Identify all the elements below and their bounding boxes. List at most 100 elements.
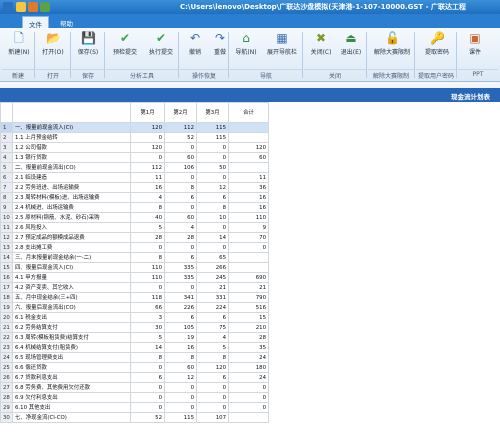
month-value-cell[interactable]: 6 — [130, 372, 165, 383]
save-button[interactable]: 💾 保存(S) — [73, 30, 103, 66]
row-item-name[interactable]: 6.9 欠付利息支出 — [12, 392, 131, 403]
app-icon[interactable] — [3, 2, 13, 12]
row-item-name[interactable]: 6.6 偿还贷款 — [12, 362, 131, 373]
row-item-name[interactable]: 二、报量前现金流出(CO) — [12, 162, 131, 173]
row-number[interactable]: 24 — [0, 352, 13, 363]
row-number[interactable]: 22 — [0, 332, 13, 343]
total-cell[interactable]: 60 — [228, 152, 269, 163]
month-value-cell[interactable]: 6 — [196, 312, 229, 323]
row-item-name[interactable]: 2.5 原材料(钢筋、水泥、砂石)采购 — [12, 212, 131, 223]
month-value-cell[interactable]: 331 — [196, 292, 229, 303]
month-value-cell[interactable]: 0 — [130, 402, 165, 413]
month-value-cell[interactable]: 8 — [130, 202, 165, 213]
row-number[interactable]: 12 — [0, 232, 13, 243]
month-value-cell[interactable]: 115 — [164, 412, 197, 423]
table-row[interactable]: 5 二、报量前现金流出(CO) 112 106 50 — [0, 162, 269, 173]
month-value-cell[interactable]: 60 — [164, 362, 197, 373]
month-value-cell[interactable]: 120 — [130, 122, 165, 133]
month-value-cell[interactable]: 0 — [164, 242, 197, 253]
total-cell[interactable]: 0 — [228, 392, 269, 403]
month-value-cell[interactable]: 245 — [196, 272, 229, 283]
column-header-total[interactable]: 合计 — [228, 102, 269, 123]
undo-button[interactable]: ↶ 撤销 — [183, 30, 207, 66]
month-value-cell[interactable]: 52 — [130, 412, 165, 423]
row-number[interactable]: 30 — [0, 412, 13, 423]
row-item-name[interactable]: 4.2 资产变卖、其它收入 — [12, 282, 131, 293]
month-value-cell[interactable]: 266 — [196, 262, 229, 273]
row-number[interactable]: 7 — [0, 182, 13, 193]
row-number[interactable]: 18 — [0, 292, 13, 303]
column-header-month3[interactable]: 第3月 — [196, 102, 229, 123]
table-row[interactable]: 15 四、报量后现金流入(CI) 110 335 266 — [0, 262, 269, 273]
month-value-cell[interactable]: 0 — [164, 172, 197, 183]
table-row[interactable]: 6 2.1 临设建造 11 0 0 11 — [0, 172, 269, 183]
month-value-cell[interactable]: 28 — [164, 232, 197, 243]
row-number[interactable]: 11 — [0, 222, 13, 233]
row-number[interactable]: 15 — [0, 262, 13, 273]
month-value-cell[interactable]: 4 — [130, 192, 165, 203]
total-cell[interactable]: 0 — [228, 402, 269, 413]
month-value-cell[interactable]: 50 — [196, 162, 229, 173]
month-value-cell[interactable]: 0 — [130, 362, 165, 373]
month-value-cell[interactable]: 66 — [130, 302, 165, 313]
row-number[interactable]: 28 — [0, 392, 13, 403]
month-value-cell[interactable]: 14 — [196, 232, 229, 243]
month-value-cell[interactable]: 30 — [130, 322, 165, 333]
row-number[interactable]: 3 — [0, 142, 13, 153]
pre-submit-button[interactable]: ✔ 预检提交 — [108, 30, 142, 66]
total-cell[interactable]: 0 — [228, 382, 269, 393]
total-cell[interactable] — [228, 252, 269, 263]
table-row[interactable]: 2 1.1 上月预金结转 0 52 115 — [0, 132, 269, 143]
month-value-cell[interactable]: 0 — [196, 222, 229, 233]
total-cell[interactable]: 210 — [228, 322, 269, 333]
get-password-button[interactable]: 🔑 提取密码 — [418, 30, 456, 66]
row-item-name[interactable]: 6.3 周转(模板租赁费)结算支付 — [12, 332, 131, 343]
month-value-cell[interactable]: 5 — [130, 332, 165, 343]
total-cell[interactable] — [228, 162, 269, 173]
row-number[interactable]: 25 — [0, 362, 13, 373]
month-value-cell[interactable]: 60 — [164, 152, 197, 163]
row-number[interactable]: 23 — [0, 342, 13, 353]
month-value-cell[interactable]: 0 — [196, 392, 229, 403]
month-value-cell[interactable]: 19 — [164, 332, 197, 343]
row-item-name[interactable]: 2.3 周转材料(模板)进、出场运输费 — [12, 192, 131, 203]
month-value-cell[interactable]: 0 — [130, 132, 165, 143]
total-cell[interactable] — [228, 262, 269, 273]
total-cell[interactable]: 21 — [228, 282, 269, 293]
month-value-cell[interactable]: 115 — [196, 122, 229, 133]
row-item-name[interactable]: 6.8 劳务费、其他费用欠付还款 — [12, 382, 131, 393]
table-row[interactable]: 22 6.3 周转(模板租赁费)结算支付 5 19 4 28 — [0, 332, 269, 343]
row-number[interactable]: 1 — [0, 122, 13, 133]
month-value-cell[interactable]: 16 — [164, 342, 197, 353]
table-row[interactable]: 16 4.1 甲方报量 110 335 245 690 — [0, 272, 269, 283]
close-button[interactable]: ✖ 关闭(C) — [306, 30, 336, 66]
tab-help[interactable]: 帮助 — [54, 16, 79, 28]
row-number[interactable]: 14 — [0, 252, 13, 263]
table-row[interactable]: 7 2.2 劳务班进、出场运输费 16 8 12 36 — [0, 182, 269, 193]
row-item-name[interactable]: 1.3 银行贷款 — [12, 152, 131, 163]
month-value-cell[interactable]: 28 — [130, 232, 165, 243]
month-value-cell[interactable]: 106 — [164, 162, 197, 173]
month-value-cell[interactable]: 341 — [164, 292, 197, 303]
month-value-cell[interactable]: 112 — [164, 122, 197, 133]
table-row[interactable]: 26 6.7 贷款利息支出 6 12 6 24 — [0, 372, 269, 383]
row-item-name[interactable]: 1.2 公司借款 — [12, 142, 131, 153]
expand-nav-button[interactable]: ▦ 展开导航栏 — [262, 30, 302, 66]
month-value-cell[interactable]: 6 — [196, 192, 229, 203]
total-cell[interactable] — [228, 132, 269, 143]
month-value-cell[interactable]: 6 — [196, 372, 229, 383]
table-row[interactable]: 25 6.6 偿还贷款 0 60 120 180 — [0, 362, 269, 373]
table-row[interactable]: 29 6.10 其他支出 0 0 0 0 — [0, 402, 269, 413]
row-number[interactable]: 9 — [0, 202, 13, 213]
total-cell[interactable]: 120 — [228, 142, 269, 153]
month-value-cell[interactable]: 10 — [196, 212, 229, 223]
row-number[interactable]: 21 — [0, 322, 13, 333]
row-item-name[interactable]: 1.1 上月预金结转 — [12, 132, 131, 143]
table-row[interactable]: 12 2.7 预定成品的额模成品退费 28 28 14 70 — [0, 232, 269, 243]
row-item-name[interactable]: 一、报量前现金流入(CI) — [12, 122, 131, 133]
row-number[interactable]: 8 — [0, 192, 13, 203]
row-item-name[interactable]: 2.6 风险投入 — [12, 222, 131, 233]
row-item-name[interactable]: 6.4 机械结算支付(租赁费) — [12, 342, 131, 353]
table-row[interactable]: 3 1.2 公司借款 120 0 0 120 — [0, 142, 269, 153]
month-value-cell[interactable]: 8 — [164, 182, 197, 193]
